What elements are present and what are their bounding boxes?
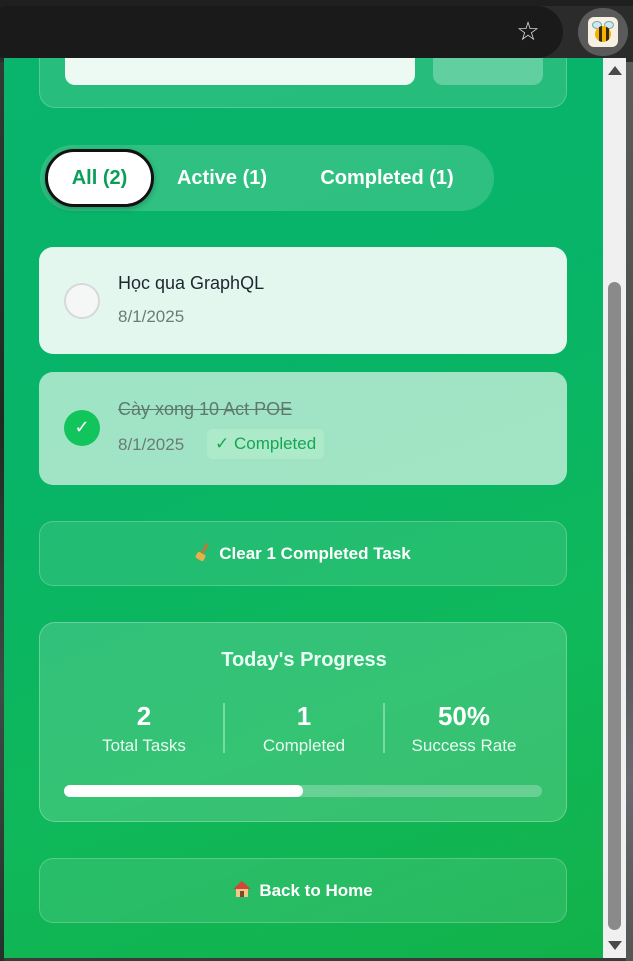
scrollbar-thumb[interactable] — [608, 282, 621, 930]
clear-completed-label: Clear 1 Completed Task — [219, 544, 411, 563]
task-title: Cày xong 10 Act POE — [118, 399, 293, 419]
browser-toolbar: ☆ — [0, 0, 633, 62]
tab-completed[interactable]: Completed (1) — [292, 149, 482, 207]
popup-scrollbar[interactable] — [603, 58, 626, 958]
broom-icon — [195, 543, 211, 562]
progress-bar — [64, 785, 542, 797]
progress-title: Today's Progress — [221, 649, 387, 671]
scroll-down-arrow-icon[interactable] — [608, 941, 622, 950]
stat-label: Success Rate — [411, 736, 517, 755]
stat-total-tasks: 2 Total Tasks — [64, 699, 224, 756]
page-backdrop-right — [626, 62, 633, 961]
back-to-home-button[interactable]: Back to Home — [39, 858, 567, 923]
task-item-completed[interactable]: ✓ Cày xong 10 Act POE 8/1/2025 ✓ Complet… — [39, 372, 567, 485]
tab-active[interactable]: Active (1) — [162, 149, 282, 207]
progress-bar-fill — [64, 785, 303, 797]
add-task-card — [39, 58, 567, 108]
tab-all[interactable]: All (2) — [45, 149, 154, 207]
house-icon — [233, 881, 252, 897]
clear-completed-button[interactable]: Clear 1 Completed Task — [39, 521, 567, 586]
stat-value: 50% — [437, 701, 491, 731]
task-title: Học qua GraphQL — [118, 273, 265, 293]
stat-label: Completed — [262, 736, 346, 755]
back-to-home-label: Back to Home — [259, 881, 373, 900]
task-date: 8/1/2025 — [118, 307, 185, 326]
task-item[interactable]: Học qua GraphQL 8/1/2025 — [39, 247, 567, 354]
scroll-up-arrow-icon[interactable] — [608, 66, 622, 75]
address-bar[interactable] — [0, 6, 563, 58]
stat-value: 1 — [296, 701, 312, 731]
extension-button[interactable] — [578, 8, 628, 56]
task-checkbox-checked[interactable]: ✓ — [64, 410, 100, 446]
progress-card: Today's Progress 2 Total Tasks 1 Complet… — [39, 622, 567, 822]
star-icon[interactable]: ☆ — [513, 17, 543, 47]
task-input[interactable] — [65, 58, 415, 85]
completed-badge: ✓ Completed — [207, 429, 325, 459]
bee-body — [595, 26, 611, 42]
stat-value: 2 — [136, 701, 152, 731]
stat-label: Total Tasks — [102, 736, 186, 755]
bee-extension-icon — [588, 17, 618, 47]
extension-popup: All (2) Active (1) Completed (1) Học qua… — [4, 58, 603, 958]
task-checkbox-unchecked[interactable] — [64, 283, 100, 319]
add-task-button[interactable] — [433, 58, 543, 85]
stat-success-rate: 50% Success Rate — [384, 699, 544, 756]
filter-tabs: All (2) Active (1) Completed (1) — [40, 145, 494, 211]
task-date: 8/1/2025 — [118, 435, 185, 454]
stat-completed: 1 Completed — [224, 699, 384, 756]
